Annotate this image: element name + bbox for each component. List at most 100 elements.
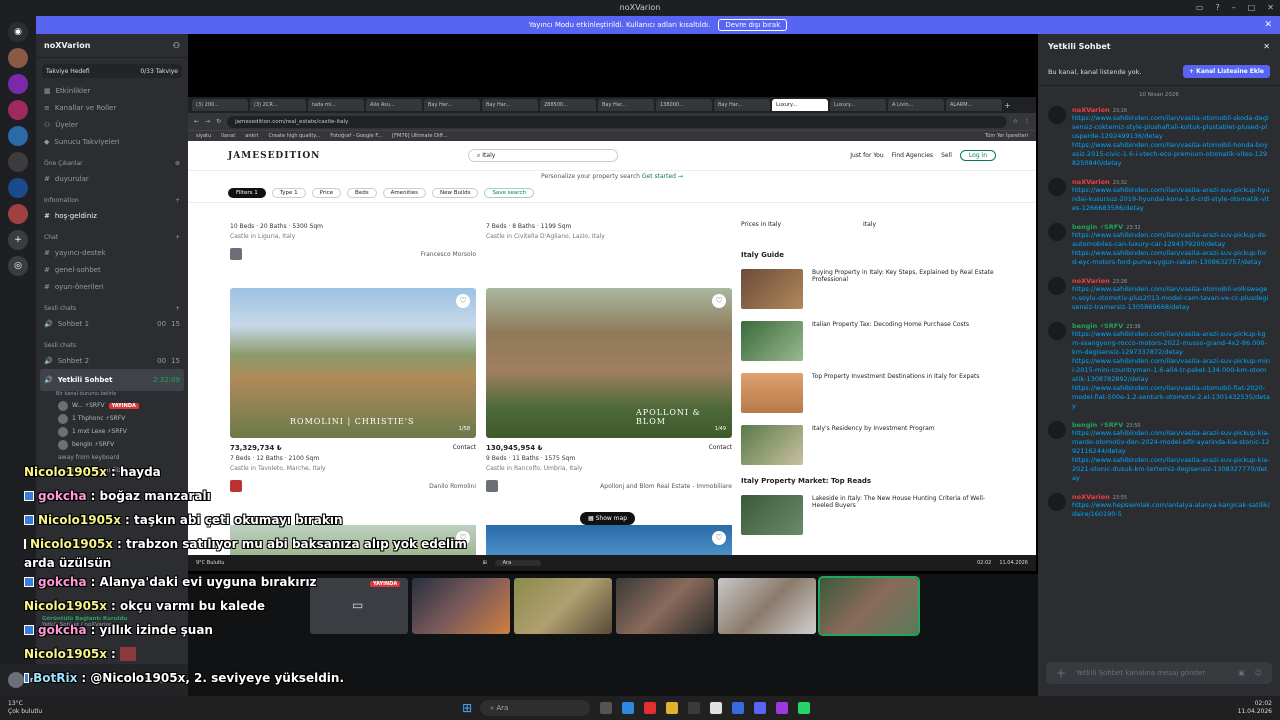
- app-icon[interactable]: [732, 702, 745, 714]
- close-icon[interactable]: ✕: [1267, 0, 1274, 16]
- video-tile-speaking[interactable]: [818, 576, 920, 636]
- category-voice[interactable]: Sesli chats +: [36, 301, 188, 315]
- login-button[interactable]: Log in: [959, 150, 996, 161]
- sidebar-item-members[interactable]: ⚇ Üyeler: [36, 116, 188, 133]
- discover-icon[interactable]: ◎: [8, 256, 28, 276]
- favorite-heart-icon[interactable]: ♡: [456, 294, 470, 308]
- avatar[interactable]: [1048, 322, 1066, 340]
- message-link[interactable]: https://www.sahibinden.com/ilan/vasita-a…: [1072, 357, 1270, 384]
- bookmark-item[interactable]: Create high quality...: [268, 133, 320, 139]
- browser-tab[interactable]: Bay Har...: [482, 99, 538, 111]
- windows-start-icon[interactable]: ⊞: [462, 701, 472, 715]
- all-bookmarks[interactable]: Tüm Yer İşaretleri: [985, 133, 1028, 139]
- discord-home-icon[interactable]: ◉: [8, 22, 28, 42]
- chat-message[interactable]: noXVarion 23:55 https://www.hepsiemlak.com…: [1038, 491, 1280, 521]
- bookmark-item[interactable]: ankrt: [245, 133, 258, 139]
- close-icon[interactable]: ⊗: [175, 160, 180, 167]
- close-icon[interactable]: ✕: [1263, 42, 1270, 51]
- voice-user[interactable]: 1 mxt Lexe ⚡SRFV: [36, 425, 188, 438]
- avatar[interactable]: [1048, 178, 1066, 196]
- listing-image[interactable]: ♡ ROMOLINI | CHRISTIE'S 1/58: [230, 288, 476, 438]
- listing-card[interactable]: 7 Beds · 8 Baths · 1199 Sqm Castle in Ci…: [486, 220, 732, 240]
- message-link[interactable]: https://www.sahibinden.com/ilan/vasita-a…: [1072, 456, 1270, 483]
- voice-channel-sohbet-1[interactable]: 🔊 Sohbet 1 00 15: [36, 315, 188, 332]
- server-icon[interactable]: [8, 178, 28, 198]
- video-tile[interactable]: [514, 578, 612, 634]
- message-link[interactable]: https://www.hepsiemlak.com/antalya-alany…: [1072, 501, 1270, 519]
- sidebar-item-boosts[interactable]: ◆ Sunucu Takviyeleri: [36, 133, 188, 150]
- message-link[interactable]: https://www.sahibinden.com/ilan/vasita-o…: [1072, 114, 1270, 141]
- inbox-icon[interactable]: ▭: [1196, 0, 1204, 16]
- address-bar[interactable]: jamesedition.com/real_estate/castle-ital…: [227, 115, 1007, 128]
- whatsapp-icon[interactable]: [798, 702, 811, 714]
- browser-tab[interactable]: tada mi...: [308, 99, 364, 111]
- bookmark-item[interactable]: Ilanat: [221, 133, 235, 139]
- message-author[interactable]: noXVarion: [1072, 106, 1110, 114]
- edge-icon[interactable]: [622, 702, 635, 714]
- browser-tab[interactable]: 138000...: [656, 99, 712, 111]
- listing-image[interactable]: ♡: [486, 525, 732, 555]
- video-tile[interactable]: [616, 578, 714, 634]
- server-icon[interactable]: [8, 152, 28, 172]
- taskbar-search-input[interactable]: ⌕ Ara: [480, 700, 591, 716]
- reload-icon[interactable]: ↻: [216, 118, 221, 125]
- forward-icon[interactable]: →: [205, 118, 210, 125]
- message-link[interactable]: https://www.sahibinden.com/ilan/vasita-a…: [1072, 186, 1270, 213]
- maximize-icon[interactable]: □: [1248, 0, 1256, 16]
- message-author[interactable]: bengin ⚡SRFV: [1072, 322, 1123, 330]
- browser-tab[interactable]: Bay Har...: [714, 99, 770, 111]
- clock[interactable]: 02:02 11.04.2026: [1238, 700, 1272, 716]
- site-logo[interactable]: JAMESEDITION: [228, 151, 348, 161]
- message-link[interactable]: https://www.sahibinden.com/ilan/vasita-a…: [1072, 330, 1270, 357]
- disable-streamer-mode-button[interactable]: Devre dışı bırak: [718, 19, 788, 31]
- back-icon[interactable]: ←: [194, 118, 199, 125]
- message-input[interactable]: + Yetkili Sohbet kanalına mesaj gönder ▣…: [1046, 662, 1272, 684]
- avatar[interactable]: [1048, 277, 1066, 295]
- price-filter[interactable]: Price: [311, 187, 342, 198]
- browser-tab-active[interactable]: Luxury...: [772, 99, 828, 111]
- gift-icon[interactable]: ▣: [1238, 669, 1245, 677]
- add-attachment-icon[interactable]: +: [1056, 666, 1066, 680]
- browser-tab[interactable]: Bay Har...: [424, 99, 480, 111]
- opera-icon[interactable]: [644, 702, 657, 714]
- message-link[interactable]: https://www.sahibinden.com/ilan/vasita-o…: [1072, 141, 1270, 168]
- channel-genel-sohbet[interactable]: # genel-sohbet: [36, 261, 188, 278]
- video-tile[interactable]: [412, 578, 510, 634]
- browser-tab[interactable]: (3) 200...: [192, 99, 248, 111]
- listing-card[interactable]: ♡ APOLLONI & BLOM 1/49 130,945,954 ₺ Con…: [486, 288, 732, 492]
- get-started-link[interactable]: Get started →: [642, 173, 683, 180]
- help-icon[interactable]: ?: [1215, 0, 1219, 16]
- chrome-icon[interactable]: [710, 702, 723, 714]
- channel-hos-geldiniz[interactable]: # hoş-geldiniz: [36, 207, 188, 224]
- category-voice[interactable]: Sesli chats: [36, 338, 188, 352]
- beds-filter[interactable]: Beds: [347, 187, 377, 198]
- bookmark-item[interactable]: Fotoğraf - Google F...: [330, 133, 382, 139]
- avatar[interactable]: [1048, 493, 1066, 511]
- nav-link[interactable]: Find Agencies: [892, 152, 933, 159]
- browser-tab[interactable]: 288500...: [540, 99, 596, 111]
- contact-button[interactable]: Contact: [453, 444, 476, 452]
- filters-button[interactable]: Filters 1: [228, 187, 266, 198]
- message-link[interactable]: https://www.sahibinden.com/ilan/vasita-o…: [1072, 384, 1270, 411]
- guide-article[interactable]: Italian Property Tax: Decoding Home Purc…: [741, 321, 1001, 361]
- avatar[interactable]: [1048, 421, 1066, 439]
- chat-message[interactable]: noXVarion 23:16 https://www.sahibinden.com…: [1038, 104, 1280, 170]
- chat-message[interactable]: bengin ⚡SRFV 23:32 https://www.sahibinden.…: [1038, 221, 1280, 269]
- message-author[interactable]: noXVarion: [1072, 178, 1110, 186]
- listing-image[interactable]: ♡ APOLLONI & BLOM 1/49: [486, 288, 732, 438]
- sidebar-item-events[interactable]: ▦ Etkinlikler: [36, 82, 188, 99]
- category-information[interactable]: Information +: [36, 193, 188, 207]
- bookmark-star-icon[interactable]: ☆: [1013, 118, 1018, 125]
- voice-user[interactable]: 1 Thphonc ⚡SRFV: [36, 412, 188, 425]
- listing-card[interactable]: 10 Beds · 20 Baths · 5300 Sqm Castle in …: [230, 220, 476, 260]
- boost-goal[interactable]: Takviye Hedefi 0/33 Takviye: [42, 64, 182, 78]
- voice-user[interactable]: bengin ⚡SRFV: [36, 438, 188, 451]
- banner-close-icon[interactable]: ✕: [1264, 20, 1272, 30]
- new-builds-filter[interactable]: New Builds: [432, 187, 479, 198]
- amenities-filter[interactable]: Amenities: [382, 187, 427, 198]
- server-icon[interactable]: [8, 48, 28, 68]
- channel-yayinci-destek[interactable]: # yayıncı-destek: [36, 244, 188, 261]
- discord-icon[interactable]: [754, 702, 767, 714]
- chat-message[interactable]: bengin ⚡SRFV 23:38 https://www.sahibinden.…: [1038, 320, 1280, 413]
- message-author[interactable]: bengin ⚡SRFV: [1072, 421, 1123, 429]
